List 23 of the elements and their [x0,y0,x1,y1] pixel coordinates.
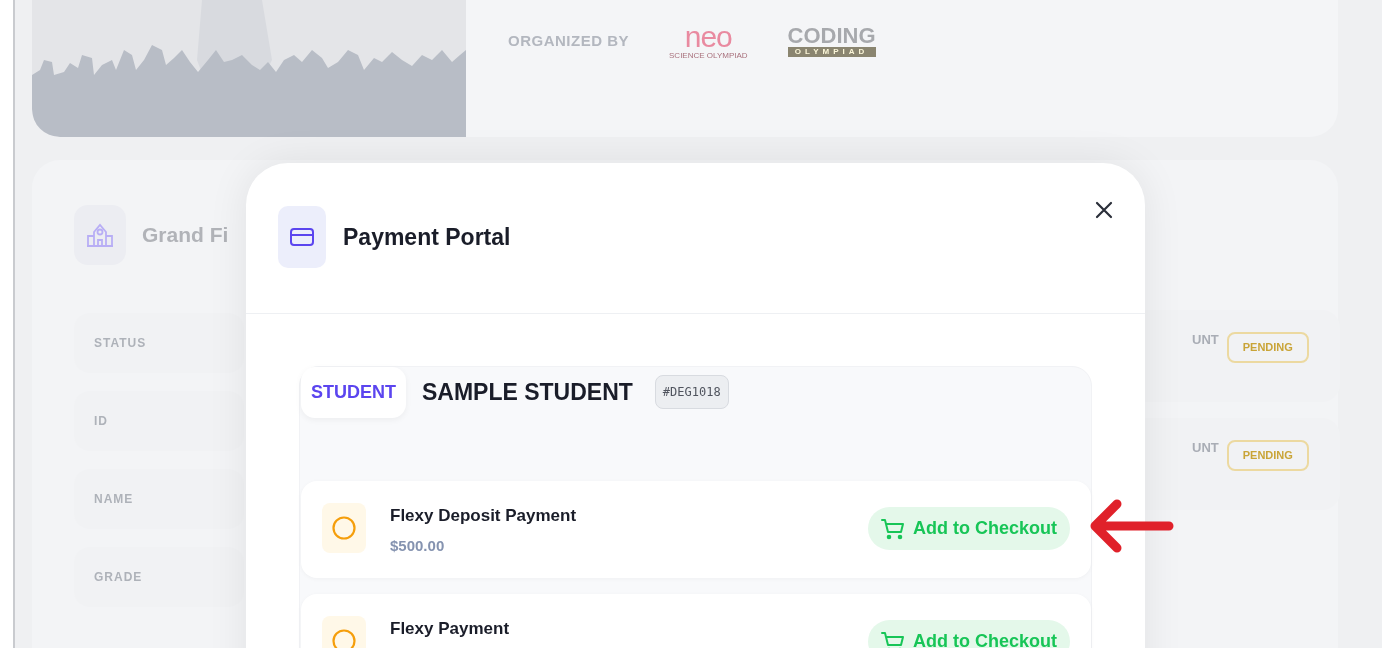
payment-amount: $500.00 [390,535,446,556]
field-label: UNT [1192,439,1219,457]
student-id: #DEG1018 [654,375,729,409]
add-to-checkout-button[interactable]: Add to Checkout [868,507,1070,550]
event-title: Grand Fi [142,222,229,249]
modal-title: Payment Portal [343,222,511,252]
payment-name: Flexy Payment [390,618,510,640]
cart-icon [881,517,905,540]
field-label: UNT [1192,331,1219,349]
logo-text: neo [684,22,732,52]
student-name: SAMPLE STUDENT [422,377,633,407]
organizer-label: ORGANIZED BY [508,30,629,51]
cart-icon [881,630,905,648]
status-badge: PENDING [1226,332,1309,363]
payment-name: Flexy Deposit Payment [390,505,577,527]
add-to-checkout-button[interactable]: Add to Checkout [868,620,1070,648]
credit-card-icon [278,206,326,268]
status-badge: PENDING [1226,440,1309,471]
role-label: STUDENT [301,366,406,418]
logo-text: CODING [787,25,876,47]
school-icon [74,205,126,265]
logo-subtext: OLYMPIAD [787,47,876,57]
logo-subtext: SCIENCE OLYMPIAD [669,52,748,60]
